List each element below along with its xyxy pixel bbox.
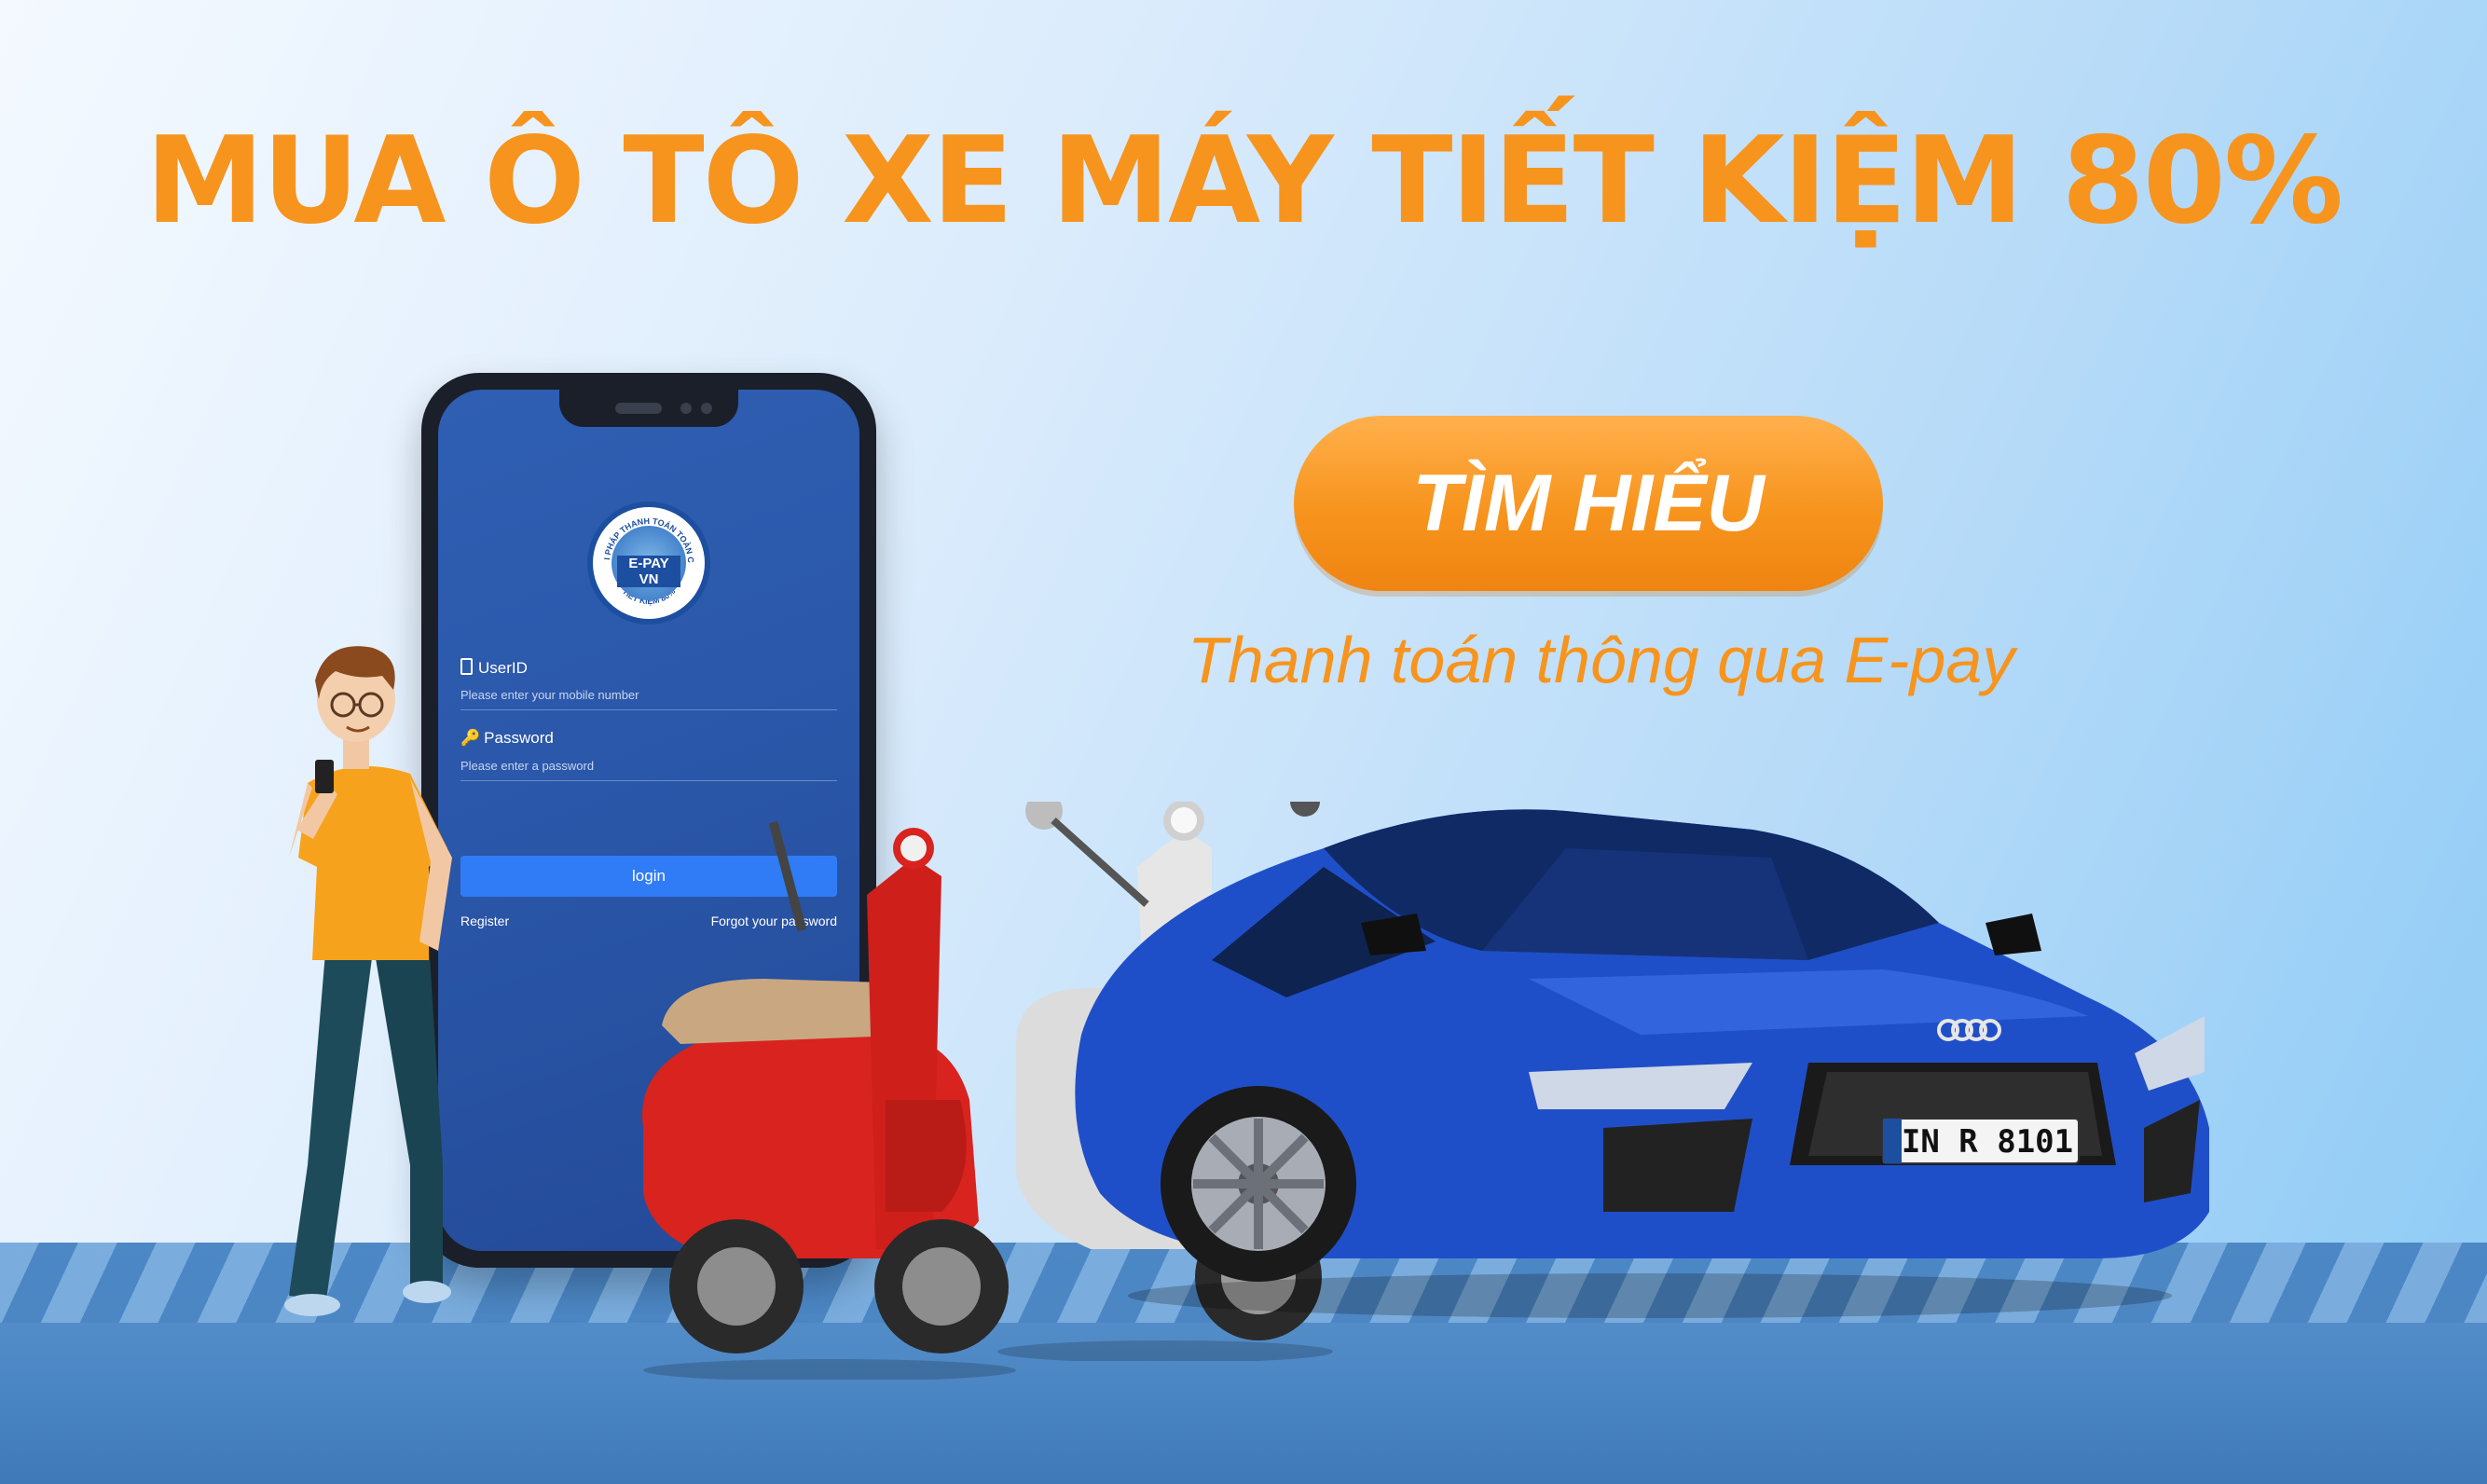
person-illustration — [284, 646, 452, 1316]
headline: MUA Ô TÔ XE MÁY TIẾT KIỆM 80% — [145, 112, 2343, 251]
tagline: Thanh toán thông qua E-pay — [1188, 624, 2015, 696]
blue-sports-car: IN R 8101 — [1075, 809, 2209, 1318]
epay-logo: GIẢI PHÁP THANH TOÁN TOÀN CẦU TIẾT KIỆM … — [587, 502, 710, 625]
userid-input[interactable]: Please enter your mobile number — [460, 688, 837, 710]
learn-more-button[interactable]: TÌM HIỂU — [1294, 416, 1883, 591]
logo-text: E-PAY VN — [617, 556, 680, 587]
learn-more-label: TÌM HIỂU — [1412, 458, 1765, 548]
password-input[interactable]: Please enter a password — [460, 759, 837, 781]
license-plate: IN R 8101 — [1902, 1123, 2073, 1161]
phone-notch — [559, 390, 738, 427]
